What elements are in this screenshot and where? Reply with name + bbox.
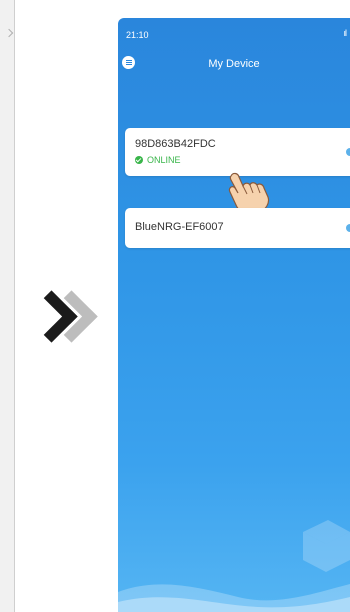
- status-label: ONLINE: [147, 155, 181, 165]
- online-check-icon: [135, 156, 143, 164]
- device-name: 98D863B42FDC: [135, 138, 216, 150]
- page-title: My Device: [208, 58, 260, 70]
- next-step-arrow-icon: [25, 290, 98, 354]
- previous-screen-edge: [0, 0, 15, 612]
- signal-icon: ıl: [343, 28, 347, 38]
- phone-screen: 21:10 ıl My Device 98D863B42FDC ONLINE B…: [118, 18, 350, 612]
- device-action-icon[interactable]: [346, 148, 350, 156]
- device-action-icon[interactable]: [346, 224, 350, 232]
- hand-pointer-icon: [228, 172, 270, 214]
- device-card[interactable]: BlueNRG-EF6007: [125, 208, 350, 248]
- corner-marker-icon: [4, 28, 14, 38]
- device-status: ONLINE: [135, 155, 181, 165]
- decorative-background-icon: [118, 520, 350, 612]
- device-name: BlueNRG-EF6007: [135, 221, 224, 233]
- status-time: 21:10: [126, 30, 149, 40]
